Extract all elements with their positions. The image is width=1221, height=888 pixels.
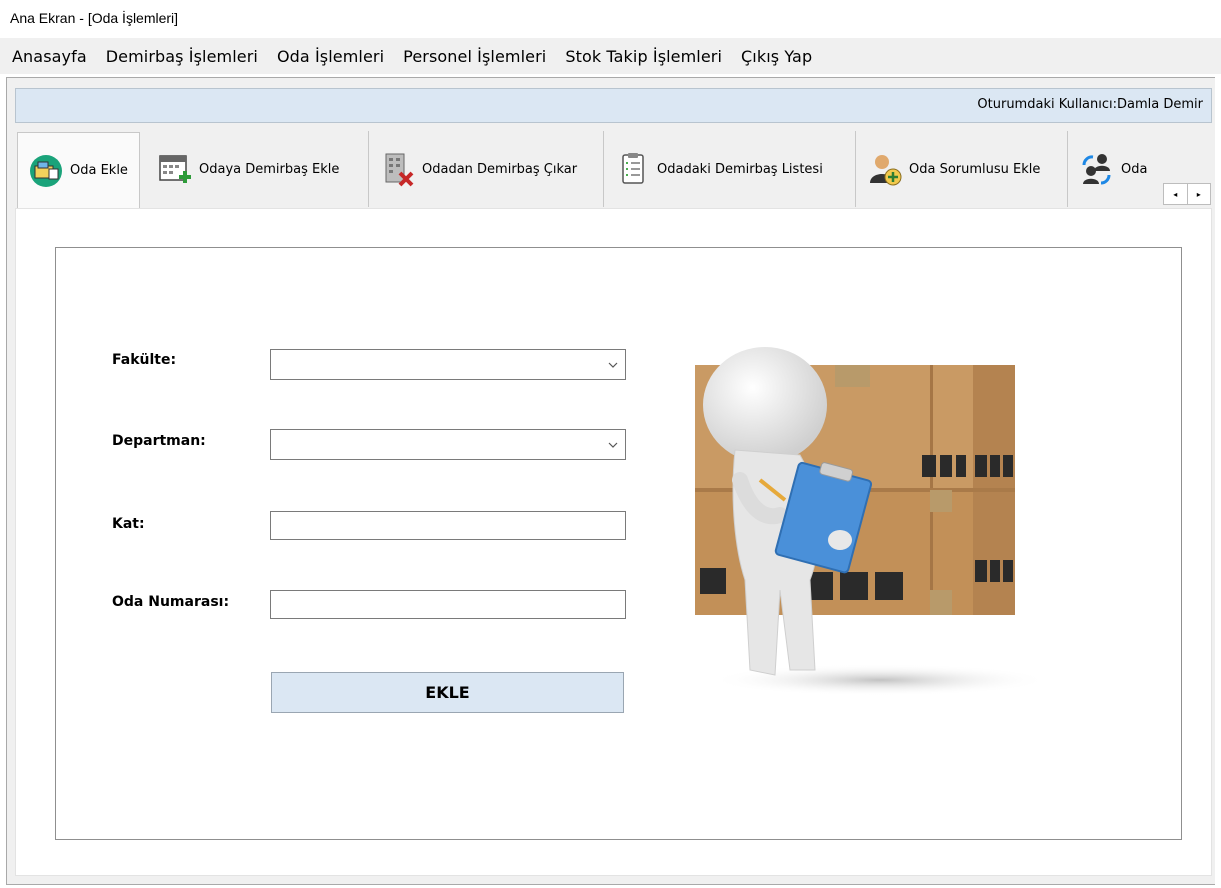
menu-item-stock[interactable]: Stok Takip İşlemleri <box>565 47 735 66</box>
calendar-add-icon <box>159 155 191 183</box>
session-bar: Oturumdaki Kullanıcı:Damla Demir <box>15 88 1212 123</box>
tab-label: Oda Ekle <box>70 163 128 178</box>
menu-item-staff[interactable]: Personel İşlemleri <box>403 47 559 66</box>
tab-room-inventory-list[interactable]: Odadaki Demirbaş Listesi <box>605 131 856 207</box>
tab-room-add[interactable]: Oda Ekle <box>17 132 140 208</box>
menu-item-inventory[interactable]: Demirbaş İşlemleri <box>106 47 271 66</box>
menu-item-rooms[interactable]: Oda İşlemleri <box>277 47 397 66</box>
department-label: Departman: <box>112 433 206 449</box>
menu-bar: Anasayfa Demirbaş İşlemleri Oda İşlemler… <box>0 38 1221 74</box>
window-titlebar: Ana Ekran - [Oda İşlemleri] <box>0 0 1221 38</box>
tab-scroll-left-button[interactable]: ◂ <box>1164 184 1187 204</box>
tab-label: Odadan Demirbaş Çıkar <box>422 161 578 177</box>
chevron-down-icon <box>608 442 618 448</box>
inventory-illustration <box>695 347 1050 696</box>
tab-label: Oda Sorumlusu Ekle <box>909 161 1041 177</box>
tab-room-add-inventory[interactable]: Odaya Demirbaş Ekle <box>147 131 369 207</box>
building-remove-icon <box>385 153 414 187</box>
tab-strip: Oda Ekle Odaya Demirbaş Ekle Odadan Demi… <box>15 131 1215 208</box>
tab-label: Odadaki Demirbaş Listesi <box>657 161 823 177</box>
session-user-text: Oturumdaki Kullanıcı:Damla Demir <box>977 97 1203 112</box>
menu-item-logout[interactable]: Çıkış Yap <box>741 47 825 66</box>
add-room-button[interactable]: EKLE <box>271 672 624 713</box>
room-number-label: Oda Numarası: <box>112 594 230 610</box>
tab-scroll-right-button[interactable]: ▸ <box>1186 184 1211 204</box>
faculty-select[interactable] <box>270 349 626 380</box>
user-transfer-icon <box>1082 154 1111 185</box>
user-add-icon <box>870 155 902 186</box>
tab-scroll-control: ◂ ▸ <box>1163 183 1211 205</box>
tab-room-manager-add[interactable]: Oda Sorumlusu Ekle <box>857 131 1068 207</box>
menu-item-home[interactable]: Anasayfa <box>12 47 100 66</box>
department-select[interactable] <box>270 429 626 460</box>
chevron-down-icon <box>608 362 618 368</box>
room-number-input[interactable] <box>270 590 626 619</box>
faculty-label: Fakülte: <box>112 352 177 368</box>
tab-label: Odaya Demirbaş Ekle <box>199 161 340 177</box>
tab-label: Oda <box>1121 161 1148 177</box>
tab-room-transfer[interactable]: Oda <box>1069 131 1169 207</box>
floor-input[interactable] <box>270 511 626 540</box>
room-add-icon <box>30 154 62 187</box>
tab-room-remove-inventory[interactable]: Odadan Demirbaş Çıkar <box>370 131 604 207</box>
floor-label: Kat: <box>112 516 145 532</box>
clipboard-list-icon <box>622 153 644 184</box>
window-title: Ana Ekran - [Oda İşlemleri] <box>10 10 179 26</box>
